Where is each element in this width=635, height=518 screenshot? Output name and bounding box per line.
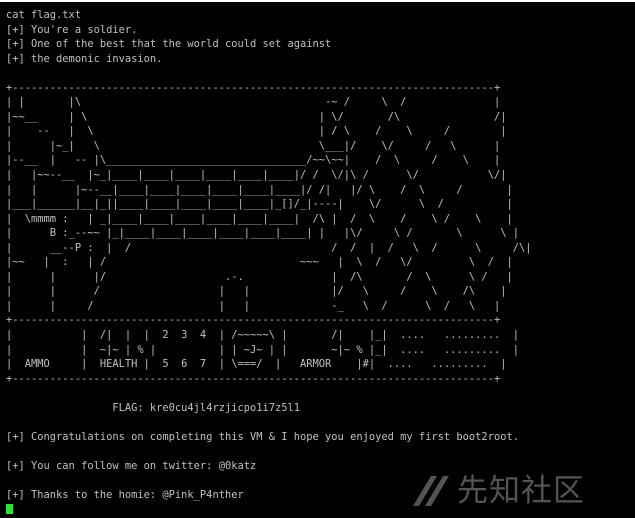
watermark-text: 先知社区	[457, 473, 585, 509]
ascii-art-line: | | |\ -~ / \ / |	[6, 96, 501, 109]
watermark: 先知社区	[411, 472, 621, 510]
ascii-art-line: | | / | | |/ \ / \ /\ |	[6, 285, 507, 298]
ascii-art-border-mid: +---------------------------------------…	[6, 314, 501, 327]
ascii-art-line: |~~ | : | / ~~~ | \ / \/ \ / |	[6, 256, 513, 269]
terminal-output[interactable]: cat flag.txt [+] You're a soldier. [+] O…	[6, 8, 631, 514]
congrats-line: [+] Congratulations on completing this V…	[6, 430, 519, 443]
hud-line: | | ~|~ | % | | | ~J~ | | ~|~ % |_| ....…	[6, 343, 519, 356]
ascii-art-line: |___|______|__|_||____|____|____|____|__…	[6, 198, 513, 211]
ascii-art-line: | | / | | -_ \ / \ / \ |	[6, 299, 501, 312]
ascii-art-line: | | |/ .-. | /\ / \ \ / |	[6, 270, 513, 283]
ascii-art-line: | \mmmm : | _|____|____|____|____|____|_…	[6, 212, 513, 225]
terminal-line-command: cat flag.txt	[6, 9, 82, 21]
ascii-art-border-bottom: +---------------------------------------…	[6, 372, 501, 385]
ascii-art-line: | |~_| \ \___|/ \/ / \ |	[6, 139, 501, 152]
terminal-line: [+] One of the best that the world could…	[6, 38, 332, 51]
flag-line: FLAG: kre0cu4jl4rzjicpo1i7z5l1	[6, 401, 301, 414]
ascii-art-line: | B :_--~~ |_|____|____|____|____|____|_…	[6, 227, 519, 240]
hud-labels-line: | AMMO | HEALTH | 5 6 7 | \===/ | ARMOR …	[6, 358, 507, 371]
xianzhi-logo-icon	[413, 476, 449, 506]
ascii-art-line: | | |~--__|____|____|____|____|____|____…	[6, 183, 513, 196]
hud-line: | | /| | | 2 3 4 | /~~~~~\ | /| |_| ....…	[6, 329, 519, 342]
terminal-cursor	[6, 503, 13, 514]
ascii-art-line: |--__ | -- |\___________________________…	[6, 154, 501, 167]
ascii-art-line: | -- | \ | / \ / \ / |	[6, 125, 507, 138]
ascii-art-line: | __--P : | / / / | / \ / \ /\|	[6, 241, 532, 254]
terminal-window: cat flag.txt [+] You're a soldier. [+] O…	[0, 0, 635, 518]
terminal-line: [+] You're a soldier.	[6, 23, 138, 36]
ascii-art-line: | |~~--__ |~_|____|____|____|____|____|_…	[6, 169, 507, 182]
ascii-art-line: |~~__ | \ | \/ /\ /|	[6, 110, 507, 123]
ascii-art-border-top: +---------------------------------------…	[6, 81, 501, 94]
terminal-line: [+] the demonic invasion.	[6, 52, 163, 65]
